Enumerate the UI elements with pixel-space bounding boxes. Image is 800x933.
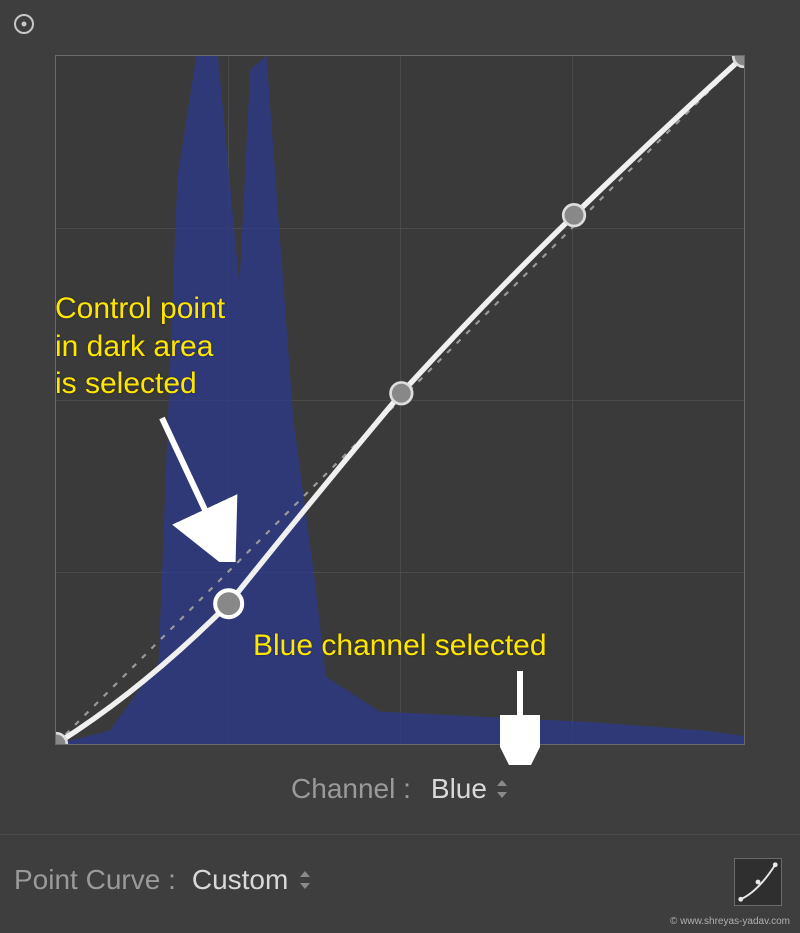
curve-mode-toggle[interactable] [734,858,782,906]
point-curve-label: Point Curve : [14,864,176,896]
watermark: © www.shreyas-yadav.com [670,916,790,927]
annotation-control-point: Control point in dark area is selected [55,290,225,403]
arrow-icon [500,665,540,765]
arrow-icon [152,412,242,562]
annotation-blue-channel: Blue channel selected [253,627,547,665]
channel-value: Blue [431,773,487,805]
channel-dropdown[interactable]: Blue [431,773,509,805]
chevron-updown-icon [298,869,312,891]
curve-point-selected[interactable] [215,590,242,617]
curve-point[interactable] [563,204,585,226]
channel-selector-row: Channel : Blue [0,773,800,805]
curve-point[interactable] [391,382,413,404]
point-curve-dropdown[interactable]: Custom [192,864,312,896]
targeted-adjustment-tool[interactable] [12,12,36,36]
channel-label: Channel : [291,773,411,805]
point-curve-row: Point Curve : Custom [14,864,312,896]
separator [0,834,800,835]
point-curve-value: Custom [192,864,288,896]
chevron-updown-icon [495,778,509,800]
